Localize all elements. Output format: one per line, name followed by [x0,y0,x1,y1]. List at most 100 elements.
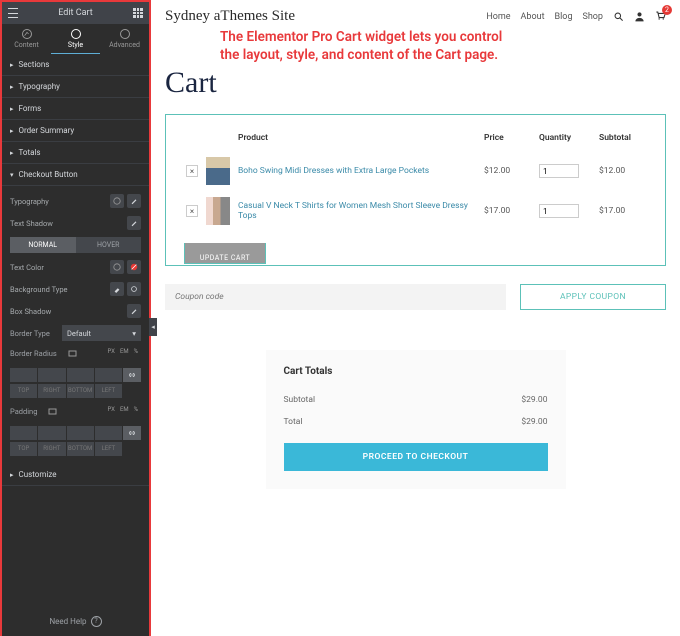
section-totals[interactable]: Totals [2,142,149,164]
toggle-hover[interactable]: HOVER [76,237,142,253]
section-forms[interactable]: Forms [2,98,149,120]
sidebar-sections: Sections Typography Forms Order Summary … [2,54,149,606]
cart-totals: Cart Totals Subtotal $29.00 Total $29.00… [266,350,566,489]
row-subtotal: $12.00 [597,151,647,191]
border-radius-labels: TOP RIGHT BOTTOM LEFT [10,384,141,398]
site-logo[interactable]: Sydney aThemes Site [165,8,295,25]
unit-em[interactable]: EM [120,348,129,355]
nav-shop[interactable]: Shop [583,12,604,22]
lbl-left: LEFT [95,442,123,456]
banner-line1: The Elementor Pro Cart widget lets you c… [220,29,666,47]
sidebar-title: Edit Cart [18,8,133,18]
sidebar-header: Edit Cart [2,2,149,24]
col-price: Price [482,129,537,151]
coupon-input[interactable] [165,284,506,310]
toggle-normal[interactable]: NORMAL [10,237,76,253]
product-link[interactable]: Boho Swing Midi Dresses with Extra Large… [238,166,429,176]
sidebar-footer[interactable]: Need Help ? [2,606,149,636]
responsive-icon[interactable] [48,408,57,417]
col-subtotal: Subtotal [597,129,647,151]
padding-labels: TOP RIGHT BOTTOM LEFT [10,442,141,456]
site-header: Sydney aThemes Site Home About Blog Shop… [165,8,666,25]
gradient-icon[interactable] [127,282,141,296]
subtotal-label: Subtotal [284,395,316,405]
proceed-checkout-button[interactable]: PROCEED TO CHECKOUT [284,443,548,471]
remove-item-icon[interactable]: × [186,205,198,217]
nav-blog[interactable]: Blog [555,12,573,22]
color-swatch[interactable] [127,260,141,274]
row-price: $17.00 [482,191,537,231]
pad-top[interactable] [10,426,38,440]
tab-advanced[interactable]: Advanced [100,24,149,54]
border-radius-inputs [10,368,141,382]
ctrl-text-shadow-label: Text Shadow [10,219,53,228]
unit-pct[interactable]: % [134,406,138,413]
user-icon[interactable] [634,11,645,22]
product-thumbnail[interactable] [206,197,230,225]
page-title: Cart [165,66,666,100]
unit-em[interactable]: EM [120,406,129,413]
radius-top[interactable] [10,368,38,382]
apply-coupon-button[interactable]: APPLY COUPON [520,284,666,310]
radius-bottom[interactable] [67,368,95,382]
hamburger-icon[interactable] [8,8,18,18]
collapse-sidebar-icon[interactable]: ◂ [149,318,157,336]
unit-px[interactable]: PX [107,406,114,413]
globe-icon[interactable] [110,194,124,208]
style-icon [71,29,81,39]
need-help-label: Need Help [49,617,86,626]
preview-canvas: Sydney aThemes Site Home About Blog Shop… [151,0,680,636]
ctrl-border-radius: Border Radius PXEM% [10,346,141,366]
ctrl-typography-label: Typography [10,197,49,206]
qty-input[interactable] [539,164,579,178]
globe-icon[interactable] [110,260,124,274]
unit-pct[interactable]: % [134,348,138,355]
widgets-grid-icon[interactable] [133,8,143,18]
radius-left[interactable] [95,368,123,382]
section-typography[interactable]: Typography [2,76,149,98]
link-values-icon[interactable] [123,368,141,382]
responsive-icon[interactable] [68,350,77,359]
pencil-icon[interactable] [127,304,141,318]
ctrl-padding-label: Padding [10,407,37,416]
brush-icon[interactable] [110,282,124,296]
ctrl-text-shadow: Text Shadow [10,212,141,234]
pad-right[interactable] [38,426,66,440]
tab-content[interactable]: Content [2,24,51,54]
section-order-summary[interactable]: Order Summary [2,120,149,142]
qty-input[interactable] [539,204,579,218]
ctrl-bg-type: Background Type [10,278,141,300]
search-icon[interactable] [613,11,624,22]
nav-about[interactable]: About [521,12,545,22]
border-type-select[interactable]: Default▾ [62,325,141,341]
pencil-icon[interactable] [127,194,141,208]
link-values-icon[interactable] [123,426,141,440]
ctrl-box-shadow: Box Shadow [10,300,141,322]
cart-table: Product Price Quantity Subtotal × Boho S… [184,129,647,231]
coupon-row: APPLY COUPON [165,284,666,310]
product-thumbnail[interactable] [206,157,230,185]
update-cart-button[interactable]: UPDATE CART [184,243,266,264]
row-price: $12.00 [482,151,537,191]
total-value: $29.00 [521,417,547,427]
remove-item-icon[interactable]: × [186,165,198,177]
lbl-bottom: BOTTOM [67,384,95,398]
total-label: Total [284,417,303,427]
table-row: × Casual V Neck T Shirts for Women Mesh … [184,191,647,231]
section-customize[interactable]: Customize [2,464,149,486]
nav-home[interactable]: Home [486,12,510,22]
pad-bottom[interactable] [67,426,95,440]
banner-line2: the layout, style, and content of the Ca… [220,47,666,65]
pad-left[interactable] [95,426,123,440]
row-subtotal: $17.00 [597,191,647,231]
tab-advanced-label: Advanced [109,41,140,49]
cart-table-container: Product Price Quantity Subtotal × Boho S… [165,114,666,266]
pencil-icon[interactable] [127,216,141,230]
section-checkout-button[interactable]: Checkout Button [2,164,149,186]
section-sections[interactable]: Sections [2,54,149,76]
tab-style[interactable]: Style [51,24,100,54]
unit-px[interactable]: PX [107,348,114,355]
cart-icon-wrap[interactable]: 2 [655,10,666,24]
radius-right[interactable] [38,368,66,382]
product-link[interactable]: Casual V Neck T Shirts for Women Mesh Sh… [238,201,468,221]
